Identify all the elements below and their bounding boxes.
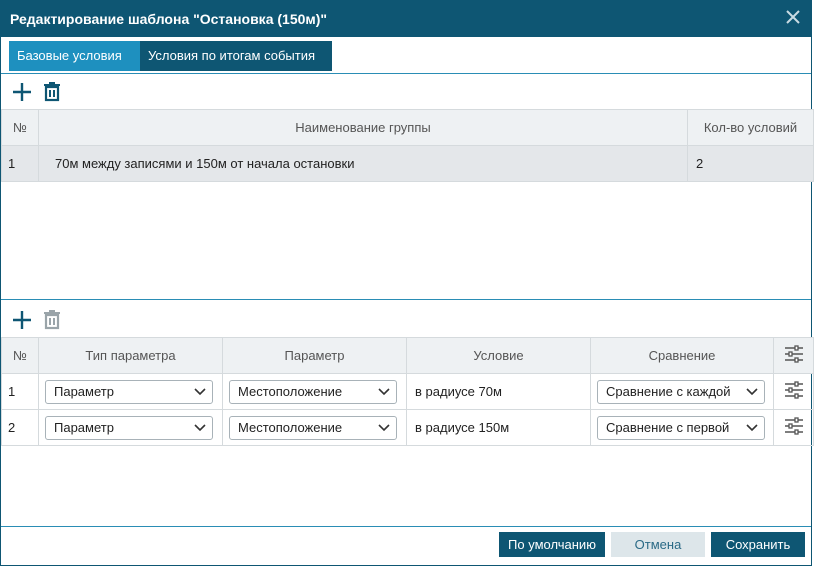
condition-count: 2 [687,145,814,182]
chevron-down-icon [746,387,758,395]
param-type-select[interactable]: Параметр [45,379,213,404]
delete-condition-icon[interactable] [41,308,65,332]
tab-event-result-conditions[interactable]: Условия по итогам события [140,41,332,71]
row-settings-icon[interactable] [773,373,814,410]
col-condition: Условие [406,337,591,374]
table-row[interactable]: 1 70м между записями и 150м от начала ос… [1,145,814,182]
edit-template-dialog: Редактирование шаблона "Остановка (150м)… [0,0,814,566]
dialog-titlebar: Редактирование шаблона "Остановка (150м)… [1,1,811,37]
groups-toolbar [1,74,811,110]
dialog-title: Редактирование шаблона "Остановка (150м)… [10,11,328,27]
add-condition-icon[interactable] [10,308,34,332]
conditions-toolbar [1,302,811,338]
compare-select[interactable]: Сравнение с первой [597,415,765,440]
delete-group-icon[interactable] [41,80,65,104]
table-row: 2 Параметр Местоположение в радиусе 150м… [1,409,814,446]
col-num: № [1,337,39,374]
close-icon[interactable] [783,7,803,27]
tab-base-conditions[interactable]: Базовые условия [9,41,143,71]
col-compare: Сравнение [590,337,774,374]
groups-table: № Наименование группы Кол-во условий 1 7… [1,109,814,182]
param-select[interactable]: Местоположение [229,379,397,404]
condition-value[interactable]: в радиусе 70м [406,373,591,410]
compare-select[interactable]: Сравнение с каждой [597,379,765,404]
conditions-table: № Тип параметра Параметр Условие Сравнен… [1,337,814,446]
row-num: 1 [1,373,39,410]
table-row: 1 Параметр Местоположение в радиусе 70м … [1,373,814,410]
default-button[interactable]: По умолчанию [499,532,605,557]
param-type-select[interactable]: Параметр [45,415,213,440]
save-button[interactable]: Сохранить [711,532,805,557]
row-num: 1 [1,145,39,182]
column-settings-icon[interactable] [773,337,814,374]
param-select[interactable]: Местоположение [229,415,397,440]
add-group-icon[interactable] [10,80,34,104]
row-settings-icon[interactable] [773,409,814,446]
chevron-down-icon [378,423,390,431]
col-param: Параметр [222,337,407,374]
chevron-down-icon [194,423,206,431]
chevron-down-icon [746,423,758,431]
footer-divider [1,526,811,527]
chevron-down-icon [194,387,206,395]
condition-value[interactable]: в радиусе 150м [406,409,591,446]
section-divider [1,299,811,300]
col-group-name: Наименование группы [38,109,688,146]
col-param-type: Тип параметра [38,337,223,374]
col-condition-count: Кол-во условий [687,109,814,146]
conditions-header-row: № Тип параметра Параметр Условие Сравнен… [1,337,814,374]
row-num: 2 [1,409,39,446]
cancel-button[interactable]: Отмена [611,532,705,557]
groups-header-row: № Наименование группы Кол-во условий [1,109,814,146]
tab-bar: Базовые условия Условия по итогам событи… [1,37,811,74]
col-num: № [1,109,39,146]
group-name: 70м между записями и 150м от начала оста… [38,145,688,182]
chevron-down-icon [378,387,390,395]
